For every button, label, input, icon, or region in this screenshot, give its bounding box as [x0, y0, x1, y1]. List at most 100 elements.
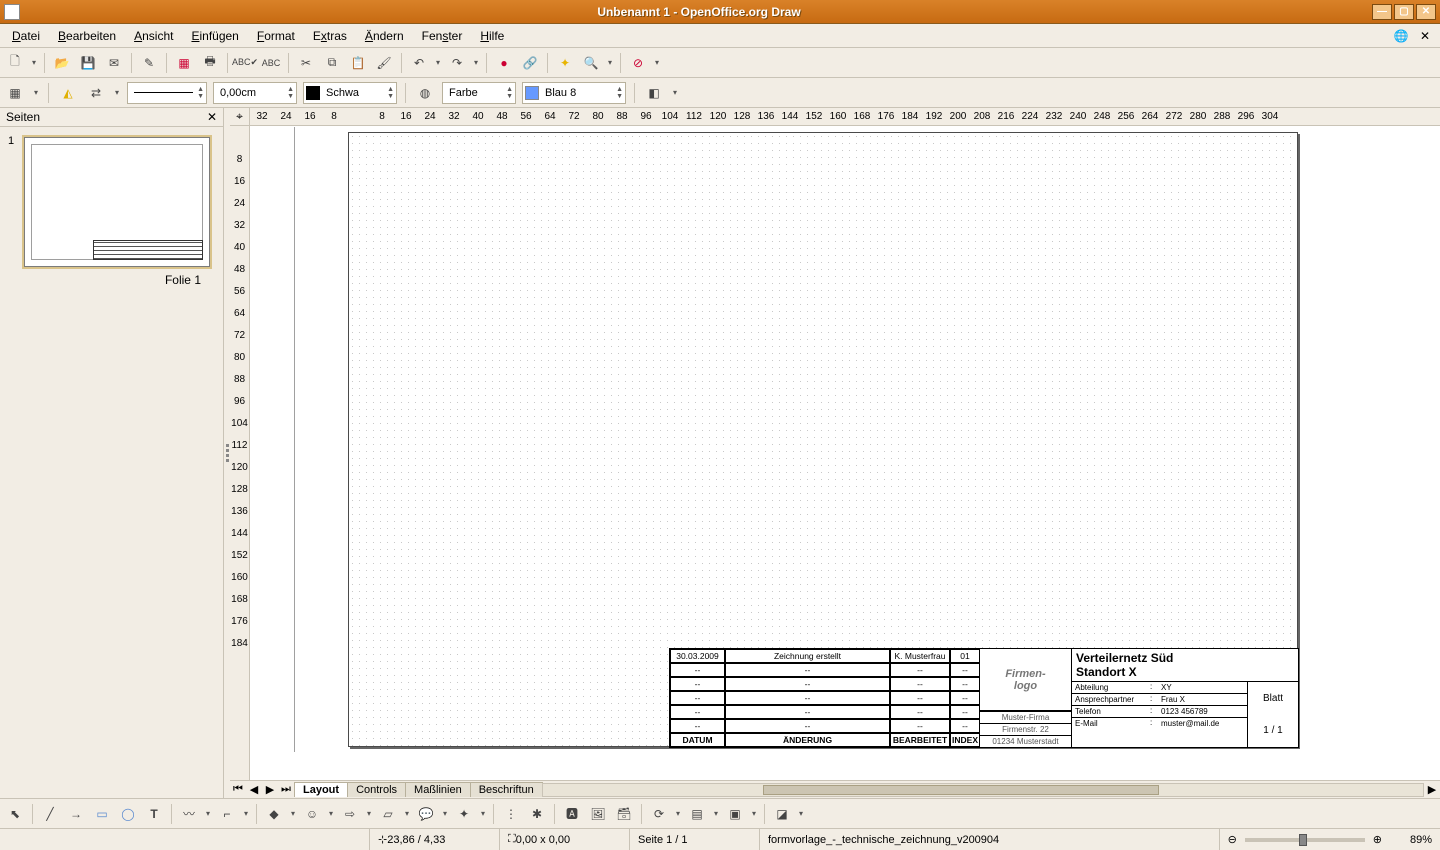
- linestyle-dropdown[interactable]: ▾: [113, 88, 121, 97]
- shadow-button[interactable]: ◧: [643, 82, 665, 104]
- redo-dropdown[interactable]: ▾: [472, 58, 480, 67]
- undo-dropdown[interactable]: ▾: [434, 58, 442, 67]
- fontwork-tool[interactable]: 🅰: [561, 803, 583, 825]
- basicshapes-dropdown[interactable]: ▾: [289, 809, 297, 818]
- curve-dropdown[interactable]: ▾: [204, 809, 212, 818]
- align-tool[interactable]: ▤: [686, 803, 708, 825]
- open-button[interactable]: 📂: [51, 52, 73, 74]
- new-button[interactable]: 🗋: [4, 52, 26, 74]
- extrusion-tool[interactable]: ◪: [771, 803, 793, 825]
- arrange2-dropdown[interactable]: ▾: [750, 809, 758, 818]
- menu-datei[interactable]: Datei: [6, 26, 46, 46]
- page-thumbnail-1[interactable]: [22, 135, 212, 269]
- tab-controls[interactable]: Controls: [347, 782, 406, 797]
- rotate-dropdown[interactable]: ▾: [674, 809, 682, 818]
- symbolshapes-tool[interactable]: ☺: [301, 803, 323, 825]
- menu-format[interactable]: Format: [251, 26, 301, 46]
- menu-einfuegen[interactable]: Einfügen: [185, 26, 244, 46]
- select-tool[interactable]: ⬉: [4, 803, 26, 825]
- horizontal-scrollbar[interactable]: [542, 783, 1424, 797]
- lineend-button[interactable]: ◭: [57, 82, 79, 104]
- close-doc-icon[interactable]: ✕: [1416, 27, 1434, 45]
- close-button[interactable]: ✕: [1416, 4, 1436, 20]
- menu-fenster[interactable]: Fenster: [416, 26, 469, 46]
- redo-button[interactable]: ↷: [446, 52, 468, 74]
- menu-bearbeiten[interactable]: Bearbeiten: [52, 26, 122, 46]
- callout-tool[interactable]: 💬: [415, 803, 437, 825]
- toolbar-overflow[interactable]: ▾: [653, 58, 661, 67]
- menu-ansicht[interactable]: Ansicht: [128, 26, 179, 46]
- chart-button[interactable]: ●: [493, 52, 515, 74]
- zoom-dropdown[interactable]: ▾: [606, 58, 614, 67]
- formatbar-overflow[interactable]: ▾: [671, 88, 679, 97]
- zoom-button[interactable]: 🔍: [580, 52, 602, 74]
- connector-tool[interactable]: ⌐: [216, 803, 238, 825]
- spellcheck-button[interactable]: ABC✔: [234, 52, 256, 74]
- navigator-button[interactable]: ✦: [554, 52, 576, 74]
- fromfile-tool[interactable]: 🖼: [587, 803, 609, 825]
- zoom-out-button[interactable]: ⊖: [1228, 833, 1237, 846]
- points-tool[interactable]: ⋮: [500, 803, 522, 825]
- ruler-corner[interactable]: ⌖: [230, 108, 250, 126]
- basicshapes-tool[interactable]: ◆: [263, 803, 285, 825]
- tab-prev-button[interactable]: ◀: [246, 782, 262, 798]
- text-tool[interactable]: T: [143, 803, 165, 825]
- glue-tool[interactable]: ✱: [526, 803, 548, 825]
- arrange-dropdown[interactable]: ▾: [32, 88, 40, 97]
- tab-maßlinien[interactable]: Maßlinien: [405, 782, 471, 797]
- new-dropdown[interactable]: ▾: [30, 58, 38, 67]
- vertical-ruler[interactable]: 8162432404856647280889610411212012813614…: [230, 126, 250, 780]
- menu-hilfe[interactable]: Hilfe: [474, 26, 510, 46]
- fillcolor-select[interactable]: Blau 8 ▲▼: [522, 82, 626, 104]
- pdf-button[interactable]: ▦: [173, 52, 195, 74]
- tab-first-button[interactable]: ⏮: [230, 782, 246, 798]
- cut-button[interactable]: ✂: [295, 52, 317, 74]
- symbolshapes-dropdown[interactable]: ▾: [327, 809, 335, 818]
- maximize-button[interactable]: ▢: [1394, 4, 1414, 20]
- undo-button[interactable]: ↶: [408, 52, 430, 74]
- star-tool[interactable]: ✦: [453, 803, 475, 825]
- arrowshapes-dropdown[interactable]: ▾: [365, 809, 373, 818]
- print-button[interactable]: 🖶: [199, 52, 221, 74]
- minimize-button[interactable]: —: [1372, 4, 1392, 20]
- email-button[interactable]: ✉: [103, 52, 125, 74]
- arrow-tool[interactable]: →: [65, 803, 87, 825]
- paste-button[interactable]: 📋: [347, 52, 369, 74]
- drawbar-overflow[interactable]: ▾: [797, 809, 805, 818]
- update-icon[interactable]: 🌐: [1392, 27, 1410, 45]
- filltype-select[interactable]: Farbe ▲▼: [442, 82, 516, 104]
- align-dropdown[interactable]: ▾: [712, 809, 720, 818]
- area-button[interactable]: ◍: [414, 82, 436, 104]
- tab-beschriftun[interactable]: Beschriftun: [470, 782, 543, 797]
- tab-layout[interactable]: Layout: [294, 782, 348, 797]
- ellipse-tool[interactable]: ◯: [117, 803, 139, 825]
- panel-close-icon[interactable]: ✕: [207, 110, 217, 124]
- linewidth-field[interactable]: 0,00cm ▲▼: [213, 82, 297, 104]
- curve-tool[interactable]: 〰: [178, 803, 200, 825]
- flowchart-dropdown[interactable]: ▾: [403, 809, 411, 818]
- page[interactable]: 30.03.2009Zeichnung erstelltK. Musterfra…: [348, 132, 1298, 747]
- drawing-canvas[interactable]: 30.03.2009Zeichnung erstelltK. Musterfra…: [250, 126, 1440, 780]
- tab-last-button[interactable]: ⏭: [278, 782, 294, 798]
- linecolor-select[interactable]: Schwa ▲▼: [303, 82, 397, 104]
- linestyle-button[interactable]: ⇄: [85, 82, 107, 104]
- tab-next-button[interactable]: ▶: [262, 782, 278, 798]
- arrange-button[interactable]: ▦: [4, 82, 26, 104]
- rotate-tool[interactable]: ⟳: [648, 803, 670, 825]
- formatbrush-button[interactable]: 🖌: [373, 52, 395, 74]
- copy-button[interactable]: ⧉: [321, 52, 343, 74]
- zoom-slider[interactable]: [1245, 838, 1365, 842]
- autospell-button[interactable]: ABC: [260, 52, 282, 74]
- menu-aendern[interactable]: Ändern: [359, 26, 410, 46]
- callout-dropdown[interactable]: ▾: [441, 809, 449, 818]
- arrowshapes-tool[interactable]: ⇨: [339, 803, 361, 825]
- rect-tool[interactable]: ▭: [91, 803, 113, 825]
- save-button[interactable]: 💾: [77, 52, 99, 74]
- zoom-value[interactable]: 89%: [1390, 829, 1440, 850]
- line-tool[interactable]: ╱: [39, 803, 61, 825]
- flowchart-tool[interactable]: ▱: [377, 803, 399, 825]
- zoom-in-button[interactable]: ⊕: [1373, 833, 1382, 846]
- horizontal-ruler[interactable]: 3224168816243240485664728088961041121201…: [250, 108, 1440, 126]
- title-block[interactable]: 30.03.2009Zeichnung erstelltK. Musterfra…: [669, 648, 1299, 748]
- star-dropdown[interactable]: ▾: [479, 809, 487, 818]
